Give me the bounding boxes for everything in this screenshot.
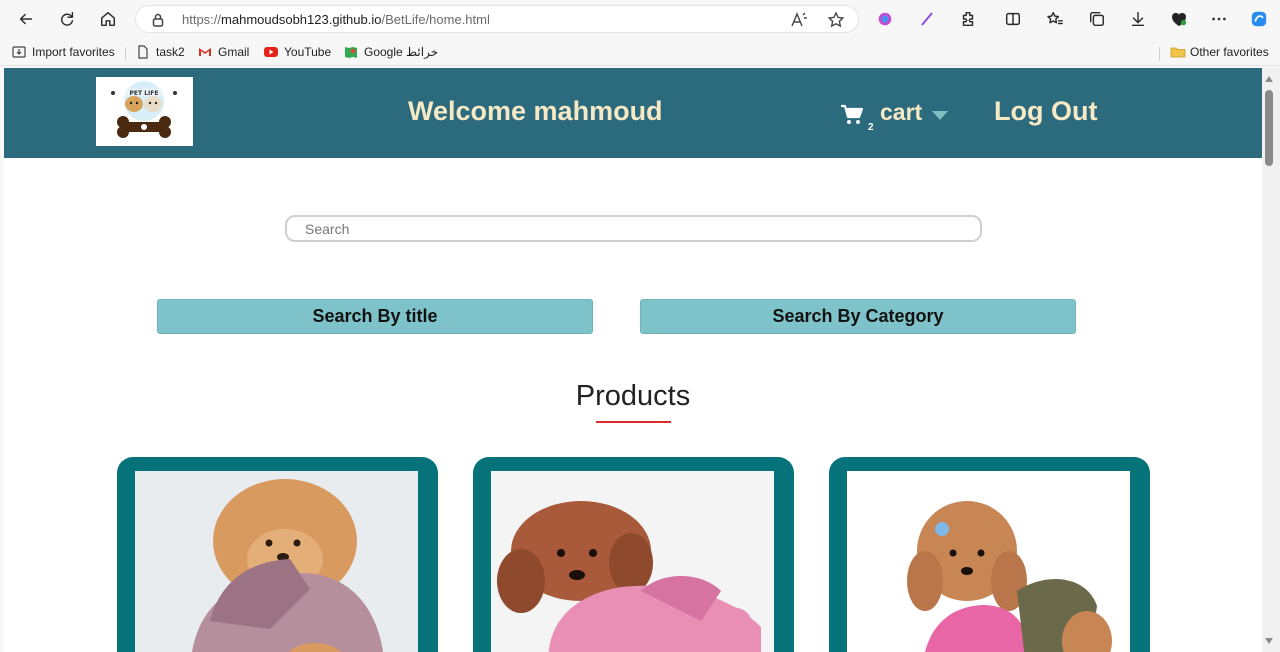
product-card[interactable] [473, 457, 794, 652]
scroll-up-icon[interactable] [1265, 76, 1273, 82]
page-viewport: PET LIFE Welcome mahmoud 2 cart Log Out … [4, 68, 1262, 652]
product-image-poodle-pink-olive-vest[interactable] [847, 471, 1130, 652]
favorite-star-icon[interactable] [827, 11, 845, 29]
site-header: PET LIFE Welcome mahmoud 2 cart Log Out [4, 68, 1262, 158]
copilot-circle-icon[interactable] [872, 6, 898, 32]
scroll-down-icon[interactable] [1265, 638, 1273, 644]
google-maps-icon [344, 45, 358, 59]
browser-toolbar: https://mahmoudsobh123.github.io/BetLife… [0, 0, 1280, 38]
cart-dropdown-caret-icon[interactable] [932, 111, 948, 120]
search-input[interactable] [285, 215, 982, 242]
products-heading-underline [596, 421, 671, 423]
collections-icon[interactable] [1084, 6, 1110, 32]
search-by-category-button[interactable]: Search By Category [640, 299, 1076, 334]
scrollbar-thumb[interactable] [1265, 90, 1273, 166]
pet-life-logo[interactable]: PET LIFE [96, 77, 193, 146]
logout-link[interactable]: Log Out [994, 96, 1097, 127]
pen-icon[interactable] [914, 6, 940, 32]
download-icon[interactable] [1125, 6, 1151, 32]
bookmark-gmail[interactable]: Gmail [198, 43, 249, 61]
bookmark-import-favorites[interactable]: Import favorites [12, 43, 115, 61]
url-text[interactable]: https://mahmoudsobh123.github.io/BetLife… [182, 12, 490, 27]
favorites-icon[interactable] [1042, 6, 1068, 32]
browser-essentials-icon[interactable] [1166, 6, 1192, 32]
read-aloud-icon[interactable] [790, 11, 808, 29]
logo-text: PET LIFE [130, 90, 159, 97]
products-heading: Products [575, 380, 691, 412]
bookmark-task2[interactable]: task2 [136, 43, 185, 61]
split-screen-icon[interactable] [1000, 6, 1026, 32]
page-icon [136, 45, 150, 59]
bookmark-other-favorites[interactable]: Other favorites [1170, 43, 1269, 61]
more-icon[interactable] [1206, 6, 1232, 32]
back-icon[interactable] [13, 6, 39, 32]
lock-icon[interactable] [150, 12, 166, 28]
import-icon [12, 45, 26, 59]
product-image-poodle-pink-costume[interactable] [491, 471, 774, 652]
product-card[interactable] [117, 457, 438, 652]
folder-icon [1170, 45, 1186, 59]
gmail-icon [198, 45, 212, 59]
cart-icon[interactable] [840, 104, 864, 126]
cart-count-badge: 2 [868, 122, 874, 133]
cart-button[interactable]: cart [880, 99, 922, 126]
copilot-icon[interactable] [1246, 6, 1272, 32]
home-icon[interactable] [95, 6, 121, 32]
bookmark-youtube[interactable]: YouTube [264, 43, 331, 61]
product-image-poodle-mauve-coat[interactable] [135, 471, 418, 652]
bookmark-separator [125, 47, 126, 61]
page-scrollbar[interactable] [1262, 68, 1280, 652]
welcome-message: Welcome mahmoud [408, 96, 663, 126]
address-bar[interactable]: https://mahmoudsobh123.github.io/BetLife… [135, 5, 859, 33]
youtube-icon [264, 45, 278, 59]
bookmarks-bar: Import favorites task2 Gmail YouTube Goo… [0, 38, 1280, 66]
extensions-icon[interactable] [955, 6, 981, 32]
bookmark-separator [1159, 47, 1160, 61]
product-card[interactable] [829, 457, 1150, 652]
search-by-title-button[interactable]: Search By title [157, 299, 593, 334]
bookmark-google-maps[interactable]: Google خرائط [344, 43, 438, 61]
refresh-icon[interactable] [54, 6, 80, 32]
